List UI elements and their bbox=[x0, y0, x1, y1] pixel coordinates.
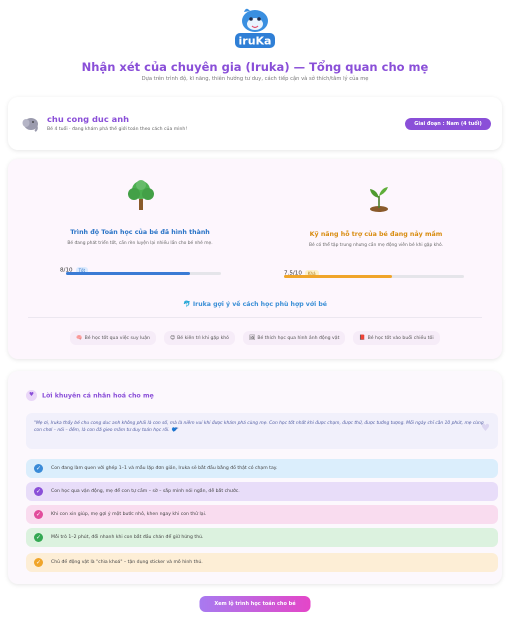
math-level-desc: Bé đang phát triển tốt, cần rèn luyện lạ… bbox=[67, 241, 213, 246]
tip-text: Mỗi trò 1–2 phút, đổi nhanh khi con bắt … bbox=[51, 535, 204, 540]
support-progress-bar bbox=[284, 275, 464, 278]
view-roadmap-button[interactable]: Xem lộ trình học toán cho bé bbox=[199, 596, 311, 612]
check-icon: ✓ bbox=[34, 510, 43, 519]
tip-text: Chủ đề động vật là "chìa khoá" – tận dụn… bbox=[51, 560, 203, 565]
check-icon: ✓ bbox=[34, 558, 43, 567]
tip-item: ✓ Mỗi trò 1–2 phút, đổi nhanh khi con bắt… bbox=[26, 528, 498, 547]
tag-animal-images[interactable]: 🖼 Bé thích học qua hình ảnh động vật bbox=[242, 331, 346, 345]
check-icon: ✓ bbox=[34, 533, 43, 542]
tip-item: ✓ Chủ đề động vật là "chìa khoá" – tận dụ… bbox=[26, 553, 498, 572]
tip-item: ✓ Con đang làm quen với ghép 1–1 và mẫu l… bbox=[26, 459, 498, 478]
math-progress-bar bbox=[66, 272, 221, 275]
support-skill-desc: Bé có thể tập trung nhưng cần mẹ động vi… bbox=[309, 243, 443, 248]
age-stage-button[interactable]: Giai đoạn : Nam (4 tuổi) bbox=[405, 118, 491, 130]
tip-text: Khi con xin giúp, mẹ gợi ý một bước nhỏ,… bbox=[51, 512, 207, 517]
heart-icon: ♥ bbox=[26, 390, 37, 401]
math-level-title: Trình độ Toán học của bé đã hình thành bbox=[70, 229, 210, 236]
elephant-icon bbox=[22, 116, 39, 132]
child-name: chu cong duc anh bbox=[47, 114, 130, 124]
book-icon: 📕 bbox=[359, 335, 366, 341]
smile-icon: 😊 bbox=[169, 335, 176, 341]
sprout-icon bbox=[366, 184, 392, 212]
math-progress-fill bbox=[66, 272, 190, 275]
heart-decor-icon: ♥ bbox=[481, 423, 490, 434]
tag-evening-study[interactable]: 📕 Bé học tốt vào buổi chiều tối bbox=[353, 331, 440, 345]
tag-persistence[interactable]: 😊 Bé kiên trì khi gặp khó bbox=[163, 331, 235, 345]
advice-heading: ♥ Lời khuyên cá nhân hoá cho mẹ bbox=[26, 390, 154, 401]
divider bbox=[28, 317, 482, 318]
iruka-logo: iruKa bbox=[232, 6, 278, 50]
tip-text: Con học qua vận động, mẹ để con tự cầm –… bbox=[51, 489, 240, 494]
check-icon: ✓ bbox=[34, 464, 43, 473]
learning-style-tags: 🧠 Bé học tốt qua việc suy luận 😊 Bé kiên t… bbox=[8, 331, 502, 345]
advice-quote-text: "Mẹ ơi, Iruka thấy bé chu cong duc anh k… bbox=[34, 421, 484, 433]
brain-icon: 🧠 bbox=[76, 335, 83, 341]
tag-label: Bé thích học qua hình ảnh động vật bbox=[257, 336, 340, 341]
tip-item: ✓ Khi con xin giúp, mẹ gợi ý một bước nhỏ… bbox=[26, 505, 498, 524]
tag-label: Bé học tốt vào buổi chiều tối bbox=[367, 336, 434, 341]
tip-item: ✓ Con học qua vận động, mẹ để con tự cầm … bbox=[26, 482, 498, 501]
dolphin-icon: 🐬 bbox=[183, 301, 193, 308]
math-score-row: 8/10 Tốt bbox=[60, 260, 89, 274]
tree-icon bbox=[126, 179, 156, 211]
image-icon: 🖼 bbox=[248, 335, 256, 341]
support-score-row: 7.5/10 Khá bbox=[284, 263, 319, 277]
advice-title: Lời khuyên cá nhân hoá cho mẹ bbox=[42, 392, 154, 400]
profile-card: chu cong duc anh Bé 4 tuổi · đang khám p… bbox=[8, 97, 502, 150]
tag-label: Bé học tốt qua việc suy luận bbox=[84, 336, 150, 341]
advice-quote: "Mẹ ơi, Iruka thấy bé chu cong duc anh k… bbox=[26, 413, 498, 449]
tag-label: Bé kiên trì khi gặp khó bbox=[177, 336, 229, 341]
page-subtitle: Dựa trên trình độ, kĩ năng, thiên hướng … bbox=[141, 76, 369, 82]
child-description: Bé 4 tuổi · đang khám phá thế giới toán … bbox=[47, 127, 188, 132]
tag-reasoning[interactable]: 🧠 Bé học tốt qua việc suy luận bbox=[70, 331, 156, 345]
suggest-title-text: Iruka gợi ý về cách học phù hợp với bé bbox=[192, 301, 327, 308]
suggest-title: 🐬 Iruka gợi ý về cách học phù hợp với bé bbox=[8, 300, 502, 308]
advice-card: ♥ Lời khuyên cá nhân hoá cho mẹ "Mẹ ơi, I… bbox=[8, 371, 502, 584]
tip-text: Con đang làm quen với ghép 1–1 và mẫu lặ… bbox=[51, 466, 278, 471]
logo-text: iruKa bbox=[239, 35, 272, 48]
support-skill-title: Kỹ năng hỗ trợ của bé đang nảy mầm bbox=[309, 231, 443, 238]
page-title: Nhận xét của chuyên gia (Iruka) — Tổng q… bbox=[81, 60, 429, 74]
check-icon: ✓ bbox=[34, 487, 43, 496]
support-progress-fill bbox=[284, 275, 392, 278]
dolphin-logo-icon: iruKa bbox=[235, 8, 275, 48]
skills-card: Trình độ Toán học của bé đã hình thành B… bbox=[8, 159, 502, 359]
